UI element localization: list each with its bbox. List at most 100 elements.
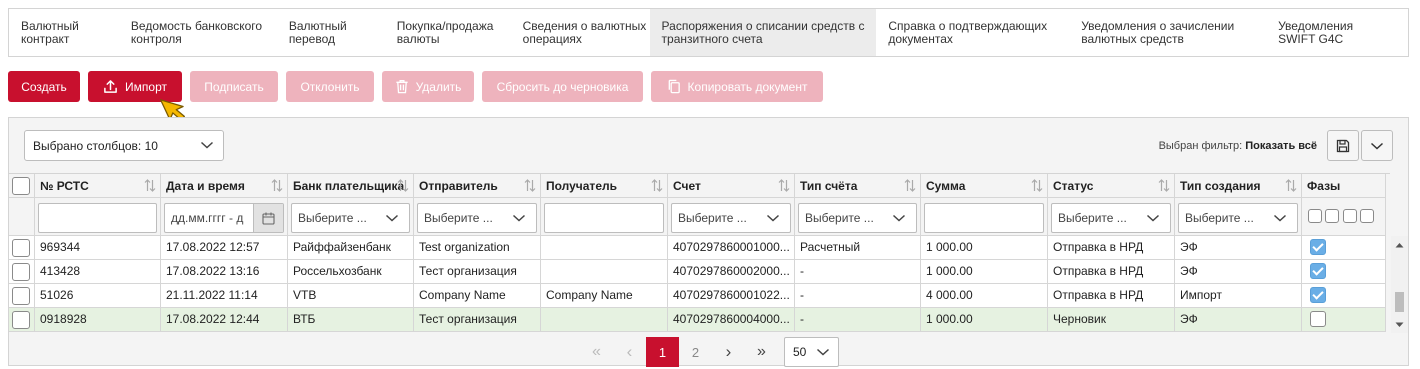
row-checkbox[interactable] [12, 311, 30, 329]
column-header-number[interactable]: № РСТС [35, 174, 161, 198]
select-all-checkbox[interactable] [12, 177, 30, 195]
table-row[interactable]: 969344 17.08.2022 12:57 Райффайзенбанк T… [9, 236, 1390, 260]
sort-arrows-icon[interactable] [778, 179, 790, 192]
table-header-row: № РСТС Дата и время Банк плательщика Отп… [9, 174, 1390, 198]
filter-label: Выбран фильтр: [1158, 140, 1243, 152]
column-header-phases[interactable]: Фазы [1302, 174, 1386, 198]
phase-filter-checkbox[interactable] [1342, 209, 1357, 223]
phase-checkbox[interactable] [1310, 239, 1326, 255]
sort-arrows-icon[interactable] [1158, 179, 1170, 192]
column-header-account[interactable]: Счет [668, 174, 795, 198]
column-header-sender[interactable]: Отправитель [414, 174, 541, 198]
scroll-down-arrow-icon[interactable] [1395, 322, 1404, 328]
column-header-date[interactable]: Дата и время [161, 174, 288, 198]
sign-button[interactable]: Подписать [190, 71, 278, 102]
date-range-filter-input[interactable]: дд.мм.гггг - д [164, 203, 284, 233]
reset-to-draft-button[interactable]: Сбросить до черновика [482, 71, 643, 102]
reject-button[interactable]: Отклонить [286, 71, 374, 102]
sort-arrows-icon[interactable] [651, 179, 663, 192]
filter-cell-account: Выберите ... [668, 198, 795, 236]
table-row[interactable]: 413428 17.08.2022 13:16 Россельхозбанк Т… [9, 260, 1390, 284]
column-header-creation-type[interactable]: Тип создания [1175, 174, 1302, 198]
creation-type-filter-select[interactable]: Выберите ... [1178, 203, 1298, 233]
copy-document-button[interactable]: Копировать документ [651, 71, 823, 102]
next-page-button[interactable]: › [712, 337, 745, 367]
account-filter-select[interactable]: Выберите ... [671, 203, 791, 233]
account-type-filter-select[interactable]: Выберите ... [798, 203, 917, 233]
sender-filter-select[interactable]: Выберите ... [417, 203, 537, 233]
column-header-account-type[interactable]: Тип счёта [795, 174, 921, 198]
save-filter-button[interactable] [1327, 130, 1359, 161]
tab-swift-g4c-notices[interactable]: Уведомления SWIFT G4C [1266, 9, 1408, 56]
create-button[interactable]: Создать [8, 71, 80, 102]
sort-arrows-icon[interactable] [904, 179, 916, 192]
row-checkbox[interactable] [12, 287, 30, 305]
tab-transit-account-orders[interactable]: Распоряжения о списании средств с транзи… [649, 9, 877, 56]
receiver-filter-input[interactable] [544, 203, 664, 233]
calendar-icon [262, 212, 275, 225]
row-checkbox[interactable] [12, 239, 30, 257]
sort-arrows-icon[interactable] [271, 179, 283, 192]
amount-filter-input[interactable] [924, 203, 1044, 233]
pagination: « ‹ 1 2 › » 50 [580, 337, 839, 367]
column-header-status[interactable]: Статус [1048, 174, 1175, 198]
select-placeholder: Выберите ... [424, 211, 493, 225]
row-checkbox[interactable] [12, 263, 30, 281]
sort-arrows-icon[interactable] [1031, 179, 1043, 192]
phase-filter-checkbox[interactable] [1308, 209, 1322, 223]
tab-currency-exchange[interactable]: Покупка/продажа валюты [385, 9, 511, 56]
phase-filter-checkbox[interactable] [1325, 209, 1340, 223]
status-filter-select[interactable]: Выберите ... [1051, 203, 1171, 233]
first-page-button[interactable]: « [580, 337, 613, 367]
column-header-label: Фазы [1307, 179, 1341, 193]
row-select-cell [9, 236, 35, 260]
cell-account: 4070297860001022... [668, 284, 795, 308]
sort-arrows-icon[interactable] [397, 179, 409, 192]
payer-bank-filter-select[interactable]: Выберите ... [291, 203, 410, 233]
scrollbar-thumb[interactable] [1395, 292, 1404, 312]
tab-supporting-documents[interactable]: Справка о подтверждающих документах [876, 9, 1069, 56]
tab-currency-contract[interactable]: Валютный контракт [9, 9, 119, 56]
page-button-2[interactable]: 2 [679, 337, 712, 367]
tab-bank-control-statement[interactable]: Ведомость банковского контроля [119, 9, 277, 56]
last-page-button[interactable]: » [745, 337, 778, 367]
phase-checkbox[interactable] [1310, 263, 1326, 279]
chevron-down-icon [512, 214, 526, 222]
filter-menu-button[interactable] [1361, 130, 1393, 161]
delete-button-label: Удалить [415, 79, 462, 94]
table-vertical-scrollbar[interactable] [1391, 236, 1408, 333]
sort-arrows-icon[interactable] [144, 179, 156, 192]
scroll-up-arrow-icon[interactable] [1395, 242, 1404, 248]
tab-currency-credit-notices[interactable]: Уведомления о зачислении валютных средст… [1069, 9, 1266, 56]
phase-checkbox[interactable] [1310, 311, 1326, 327]
number-filter-input[interactable] [38, 203, 157, 233]
chevron-down-icon [1273, 214, 1287, 222]
phase-filter-checkbox[interactable] [1360, 209, 1375, 223]
page-button-1[interactable]: 1 [646, 337, 679, 367]
column-header-payer-bank[interactable]: Банк плательщика [288, 174, 414, 198]
phase-checkbox[interactable] [1310, 287, 1326, 303]
column-header-amount[interactable]: Сумма [921, 174, 1048, 198]
cell-account: 4070297860001000... [668, 236, 795, 260]
cell-date: 17.08.2022 13:16 [161, 260, 288, 284]
table-row[interactable]: 0918928 17.08.2022 12:44 ВТБ Тест органи… [9, 308, 1390, 332]
filter-cell-creation-type: Выберите ... [1175, 198, 1302, 236]
tab-currency-operations-info[interactable]: Сведения о валютных операциях [511, 9, 650, 56]
documents-table: № РСТС Дата и время Банк плательщика Отп… [9, 173, 1390, 332]
column-header-receiver[interactable]: Получатель [541, 174, 668, 198]
delete-button[interactable]: Удалить [382, 71, 474, 102]
cell-payer-bank: Россельхозбанк [288, 260, 414, 284]
upload-icon [104, 80, 117, 93]
page-size-select[interactable]: 50 [784, 337, 839, 367]
sort-arrows-icon[interactable] [1285, 179, 1297, 192]
sort-arrows-icon[interactable] [524, 179, 536, 192]
prev-page-button[interactable]: ‹ [613, 337, 646, 367]
table-row[interactable]: 51026 21.11.2022 11:14 VTB Company Name … [9, 284, 1390, 308]
cell-creation-type: ЭФ [1175, 308, 1302, 332]
filter-cell-amount [921, 198, 1048, 236]
column-selector-dropdown[interactable]: Выбрано столбцов: 10 [24, 130, 224, 161]
calendar-button[interactable] [253, 204, 283, 232]
trash-icon [395, 80, 408, 94]
tab-currency-transfer[interactable]: Валютный перевод [277, 9, 385, 56]
cell-sender: Тест организация [414, 260, 541, 284]
